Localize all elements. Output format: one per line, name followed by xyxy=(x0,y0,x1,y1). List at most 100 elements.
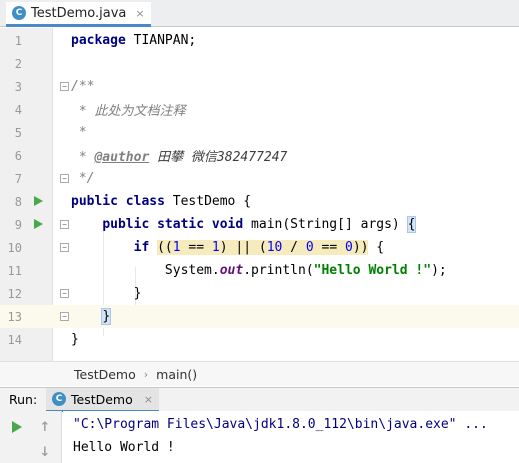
system-class: System. xyxy=(164,263,220,278)
class-declaration: TestDemo { xyxy=(164,194,252,209)
code-line-7[interactable]: 7 − */ xyxy=(0,167,519,190)
line-number: 1 xyxy=(14,33,22,48)
open-brace: { xyxy=(368,240,385,255)
code-line-12[interactable]: 12 − } xyxy=(0,282,519,305)
line-number: 13 xyxy=(0,309,22,324)
number-literal: 0 xyxy=(344,240,353,255)
string-literal: "Hello World !" xyxy=(313,263,432,278)
code-editor[interactable]: 1 package TIANPAN; 2 3 − /** 4 * 此处为文档注释… xyxy=(0,28,519,361)
number-literal: 0 xyxy=(305,240,314,255)
line-number: 11 xyxy=(7,263,22,278)
run-console[interactable]: "C:\Program Files\Java\jdk1.8.0_112\bin\… xyxy=(63,411,519,463)
run-tab-testdemo[interactable]: C TestDemo × xyxy=(46,388,159,412)
run-panel-header: Run: C TestDemo × xyxy=(0,387,519,412)
paren: (( xyxy=(157,240,173,255)
line-number: 14 xyxy=(7,332,22,347)
up-arrow-icon[interactable]: ↑ xyxy=(36,418,54,436)
method-signature: main(String[] args) xyxy=(243,217,408,232)
close-brace: } xyxy=(71,332,79,347)
breadcrumb-item-method[interactable]: main() xyxy=(156,367,197,382)
console-command-line: "C:\Program Files\Java\jdk1.8.0_112\bin\… xyxy=(73,417,488,432)
code-line-11[interactable]: 11 System.out.println("Hello World !"); xyxy=(0,259,519,282)
line-number: 12 xyxy=(7,286,22,301)
breadcrumb-item-class[interactable]: TestDemo xyxy=(74,367,136,382)
line-number: 2 xyxy=(14,56,22,71)
rerun-icon[interactable] xyxy=(8,418,26,436)
code-line-3[interactable]: 3 − /** xyxy=(0,75,519,98)
number-literal: 1 xyxy=(172,240,181,255)
package-name: TIANPAN; xyxy=(125,33,197,48)
line-number: 3 xyxy=(14,79,22,94)
code-line-1[interactable]: 1 package TIANPAN; xyxy=(0,29,519,52)
code-line-8[interactable]: 8 public class TestDemo { xyxy=(0,190,519,213)
editor-tab-label: TestDemo.java xyxy=(31,5,127,21)
code-line-2[interactable]: 2 xyxy=(0,52,519,75)
run-label: Run: xyxy=(9,392,38,407)
line-number: 6 xyxy=(14,148,22,163)
paren: )) xyxy=(352,240,369,255)
fold-toggle-icon[interactable]: − xyxy=(60,82,69,91)
static-field: out xyxy=(219,263,244,278)
line-number: 8 xyxy=(14,194,22,209)
fold-end-icon[interactable]: − xyxy=(60,312,69,321)
statement-end: ); xyxy=(431,263,447,278)
down-arrow-icon[interactable]: ↓ xyxy=(36,443,54,461)
run-class-icon[interactable] xyxy=(34,196,44,206)
line-number: 7 xyxy=(14,171,22,186)
close-icon[interactable]: × xyxy=(135,7,144,20)
close-icon[interactable]: × xyxy=(144,393,153,406)
operator: == xyxy=(180,240,212,255)
fold-end-icon[interactable]: − xyxy=(60,289,69,298)
code-line-5[interactable]: 5 * xyxy=(0,121,519,144)
close-brace: } xyxy=(71,286,142,301)
operator: == xyxy=(313,240,345,255)
operator: / xyxy=(282,240,306,255)
line-number: 5 xyxy=(14,125,22,140)
number-literal: 10 xyxy=(266,240,283,255)
keyword: void xyxy=(204,217,244,232)
code-line-4[interactable]: 4 * 此处为文档注释 xyxy=(0,98,519,121)
matched-brace: { xyxy=(406,216,417,233)
author-value: 田攀 微信382477247 xyxy=(149,150,288,165)
keyword: public xyxy=(102,217,150,232)
code-line-13[interactable]: 13 − } xyxy=(0,305,519,328)
doc-comment: /** xyxy=(71,79,95,94)
keyword: if xyxy=(133,240,150,255)
code-line-14[interactable]: 14 } xyxy=(0,328,519,351)
keyword: public xyxy=(71,194,118,209)
line-number: 9 xyxy=(14,217,22,232)
java-class-icon: C xyxy=(52,392,66,406)
number-literal: 1 xyxy=(211,240,220,255)
breadcrumb-separator-icon: › xyxy=(143,367,149,381)
java-class-icon: C xyxy=(12,6,26,20)
doc-comment: * xyxy=(71,125,87,140)
keyword: static xyxy=(149,217,205,232)
highlighted-condition: ((1 == 1) || (10 / 0 == 0)) xyxy=(157,240,369,255)
console-output-line: Hello World ! xyxy=(73,440,175,455)
code-line-9[interactable]: 9 − public static void main(String[] arg… xyxy=(0,213,519,236)
breadcrumb: TestDemo › main() xyxy=(0,361,519,386)
keyword: package xyxy=(71,33,126,48)
fold-end-icon[interactable]: − xyxy=(60,174,69,183)
code-line-10[interactable]: 10 − if ((1 == 1) || (10 / 0 == 0)) { xyxy=(0,236,519,259)
editor-tab-bar: C TestDemo.java × xyxy=(0,0,519,27)
matched-brace: } xyxy=(101,308,112,325)
line-number: 4 xyxy=(14,102,22,117)
fold-toggle-icon[interactable]: − xyxy=(60,243,69,252)
fold-toggle-icon[interactable]: − xyxy=(60,220,69,229)
editor-tab-testdemo[interactable]: C TestDemo.java × xyxy=(6,2,151,27)
code-line-6[interactable]: 6 * @author 田攀 微信382477247 xyxy=(0,144,519,167)
run-tab-label: TestDemo xyxy=(71,391,133,407)
run-method-icon[interactable] xyxy=(34,219,44,229)
doc-comment: * 此处为文档注释 xyxy=(71,104,186,119)
keyword: class xyxy=(117,194,165,209)
line-number: 10 xyxy=(7,240,22,255)
author-tag: @author xyxy=(94,150,150,165)
operator: ) || ( xyxy=(219,240,267,255)
doc-comment: */ xyxy=(71,171,95,186)
